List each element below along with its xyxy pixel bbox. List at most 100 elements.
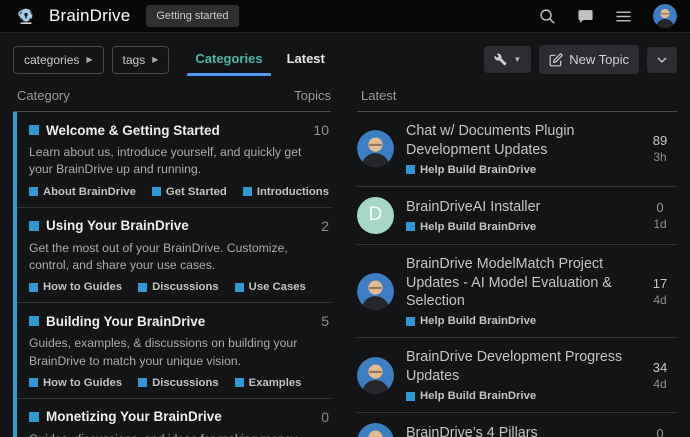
subcategory-name: About BrainDrive	[43, 186, 136, 198]
topics-column-label: Topics	[294, 88, 331, 103]
category-color-icon	[29, 316, 39, 326]
category-topic-count: 2	[321, 218, 331, 234]
category-color-icon	[29, 221, 39, 231]
tab-latest[interactable]: Latest	[277, 45, 335, 74]
topic-author-avatar[interactable]	[357, 130, 394, 167]
topic-list-options-dropdown[interactable]	[647, 47, 677, 73]
category-name[interactable]: Monetizing Your BrainDrive	[46, 409, 314, 424]
category-name[interactable]: Welcome & Getting Started	[46, 123, 306, 138]
latest-topic-list: Chat w/ Documents Plugin Development Upd…	[357, 112, 677, 437]
category-row[interactable]: Monetizing Your BrainDrive 0 Guides, dis…	[17, 399, 331, 437]
category-color-icon	[406, 222, 415, 231]
subcategory-name: Introductions	[257, 186, 329, 198]
category-description: Guides, examples, & discussions on build…	[29, 335, 321, 370]
topic-row[interactable]: BrainDrive Development Progress Updates …	[357, 338, 677, 413]
hamburger-menu-icon[interactable]	[613, 6, 633, 26]
topic-meta: 17 4d	[643, 276, 677, 307]
user-avatar[interactable]	[653, 4, 677, 28]
subcategory-badge[interactable]: Examples	[235, 377, 302, 389]
topic-activity-time: 4d	[643, 377, 677, 391]
topic-title[interactable]: BrainDriveAI Installer	[406, 198, 631, 217]
wrench-icon	[494, 53, 507, 66]
category-description: Guides, discussions, and ideas for makin…	[29, 431, 321, 437]
topic-author-avatar[interactable]	[357, 273, 394, 310]
subcategory-badge[interactable]: Discussions	[138, 377, 219, 389]
tab-categories[interactable]: Categories	[185, 45, 272, 74]
subcategory-badge[interactable]: How to Guides	[29, 281, 122, 293]
subcategory-name: Get Started	[166, 186, 227, 198]
topic-author-avatar[interactable]	[357, 357, 394, 394]
subcategory-name: Examples	[249, 377, 302, 389]
new-topic-label: New Topic	[569, 52, 629, 67]
latest-column-header: Latest	[357, 86, 677, 112]
search-icon[interactable]	[537, 6, 557, 26]
subcategory-badge[interactable]: Use Cases	[235, 281, 306, 293]
topic-row[interactable]: BrainDrive’s 4 Pillars About BrainDrive …	[357, 413, 677, 437]
topic-replies-count: 0	[643, 200, 677, 215]
categories-filter-dropdown[interactable]: categories ▶	[13, 46, 104, 74]
category-row[interactable]: Using Your BrainDrive 2 Get the most out…	[17, 208, 331, 304]
category-color-icon	[29, 412, 39, 422]
category-name[interactable]: Using Your BrainDrive	[46, 218, 314, 233]
topic-category-badge[interactable]: Help Build BrainDrive	[406, 164, 631, 176]
subcategory-badge[interactable]: About BrainDrive	[29, 186, 136, 198]
topic-title[interactable]: BrainDrive’s 4 Pillars	[406, 424, 631, 437]
category-row[interactable]: Welcome & Getting Started 10 Learn about…	[17, 112, 331, 208]
category-description: Learn about us, introduce yourself, and …	[29, 144, 321, 179]
topic-title[interactable]: Chat w/ Documents Plugin Development Upd…	[406, 122, 631, 160]
topic-activity-time: 3h	[643, 150, 677, 164]
category-topic-count: 0	[321, 409, 331, 425]
subcategory-name: Use Cases	[249, 281, 306, 293]
category-color-icon	[406, 165, 415, 174]
tags-dropdown-label: tags	[123, 53, 146, 67]
topic-replies-count: 17	[643, 276, 677, 291]
topic-row[interactable]: D BrainDriveAI Installer Help Build Brai…	[357, 187, 677, 245]
topic-replies-count: 34	[643, 360, 677, 375]
chat-icon[interactable]	[575, 6, 595, 26]
topic-category-badge[interactable]: Help Build BrainDrive	[406, 390, 631, 402]
admin-wrench-dropdown[interactable]: ▼	[484, 46, 531, 73]
category-color-icon	[29, 283, 38, 292]
tags-filter-dropdown[interactable]: tags ▶	[112, 46, 170, 74]
topic-replies-count: 0	[643, 426, 677, 437]
topic-meta: 0 1d	[643, 200, 677, 231]
category-color-icon	[406, 317, 415, 326]
topic-replies-count: 89	[643, 133, 677, 148]
site-header: BrainDrive Getting started	[0, 0, 690, 33]
category-color-icon	[235, 283, 244, 292]
category-color-icon	[138, 283, 147, 292]
topic-row[interactable]: Chat w/ Documents Plugin Development Upd…	[357, 112, 677, 187]
brand-title[interactable]: BrainDrive	[49, 6, 130, 26]
topic-category-badge[interactable]: Help Build BrainDrive	[406, 315, 631, 327]
caret-down-icon: ▼	[513, 56, 521, 64]
getting-started-button[interactable]: Getting started	[146, 5, 238, 27]
category-color-icon	[138, 378, 147, 387]
topic-category-badge[interactable]: Help Build BrainDrive	[406, 221, 631, 233]
category-topic-count: 10	[313, 122, 331, 138]
subcategory-badge[interactable]: Discussions	[138, 281, 219, 293]
subcategory-name: How to Guides	[43, 377, 122, 389]
category-color-icon	[29, 187, 38, 196]
topic-title[interactable]: BrainDrive ModelMatch Project Updates - …	[406, 255, 631, 312]
braindrive-logo-icon[interactable]	[13, 8, 39, 24]
topic-title[interactable]: BrainDrive Development Progress Updates	[406, 348, 631, 386]
category-color-icon	[406, 392, 415, 401]
category-color-icon	[152, 187, 161, 196]
caret-right-icon: ▶	[152, 56, 158, 64]
subcategory-badge[interactable]: Introductions	[243, 186, 329, 198]
category-name[interactable]: Building Your BrainDrive	[46, 314, 314, 329]
topic-row[interactable]: BrainDrive ModelMatch Project Updates - …	[357, 245, 677, 339]
latest-column-label: Latest	[361, 88, 396, 103]
subcategory-list: About BrainDrive Get Started Introductions	[29, 186, 331, 198]
subcategory-list: How to Guides Discussions Examples	[29, 377, 331, 389]
category-color-icon	[243, 187, 252, 196]
new-topic-button[interactable]: New Topic	[539, 45, 639, 74]
subcategory-badge[interactable]: How to Guides	[29, 377, 122, 389]
categories-and-latest: Category Topics Welcome & Getting Starte…	[0, 84, 690, 437]
topic-author-avatar[interactable]	[357, 423, 394, 437]
category-row[interactable]: Building Your BrainDrive 5 Guides, examp…	[17, 303, 331, 399]
edit-icon	[549, 53, 563, 67]
subcategory-badge[interactable]: Get Started	[152, 186, 227, 198]
topic-meta: 0 5d	[643, 426, 677, 437]
topic-author-avatar[interactable]: D	[357, 197, 394, 234]
